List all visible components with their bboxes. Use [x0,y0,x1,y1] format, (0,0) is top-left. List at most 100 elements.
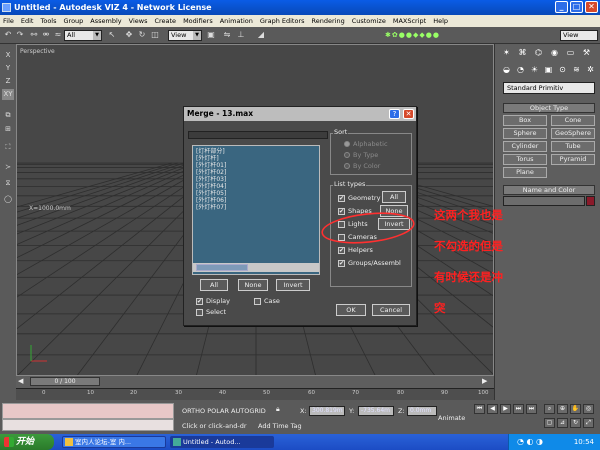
time-slider[interactable]: 0 / 100 [30,377,100,386]
menu-help[interactable]: Help [433,15,448,27]
menu-views[interactable]: Views [129,15,148,27]
select-all-button[interactable]: All [200,279,228,291]
box-button[interactable]: Box [503,115,547,126]
tray-icons[interactable]: ◔ ◐ ◑ [517,437,543,446]
helpers-icon[interactable]: ⊙ [557,64,568,75]
minimize-button[interactable]: _ [555,1,568,13]
time-next-icon[interactable]: ▶ [482,377,492,386]
goto-end-icon[interactable]: ⏭ [526,404,537,414]
object-name-input[interactable] [503,196,585,206]
orbit-icon[interactable]: ◎ [583,404,594,414]
sphere-button[interactable]: Sphere [503,128,547,139]
cameras-icon[interactable]: ▣ [543,64,554,75]
snap-angle-icon[interactable]: ⊞ [2,124,14,135]
object-list[interactable]: [灯杆部分] [外灯杆] [外灯杆01] [外灯杆02] [外灯杆03] [外灯… [192,145,320,275]
track-bar[interactable]: 0 10 20 30 40 50 60 70 80 90 100 [16,388,494,400]
menu-modifiers[interactable]: Modifiers [183,15,213,27]
prev-frame-icon[interactable]: ◀ [487,404,498,414]
snap-modes-label[interactable]: ORTHO POLAR AUTOGRID [182,407,266,415]
geometry-icon[interactable]: ◒ [501,64,512,75]
menu-assembly[interactable]: Assembly [90,15,121,27]
zoom-region-icon[interactable]: ▢ [544,418,555,428]
select-object-icon[interactable]: ↖ [107,30,117,40]
undo-icon[interactable]: ↶ [3,30,13,40]
spacewarps-icon[interactable]: ≋ [571,64,582,75]
snap-icon[interactable]: ⧉ [2,110,14,121]
taskbar-item-forum[interactable]: 室内人论坛-室 内... [62,436,166,448]
geosphere-button[interactable]: GeoSphere [551,128,595,139]
list-item[interactable]: [外灯杆03] [196,176,226,183]
mirror-icon[interactable]: ⇋ [222,30,232,40]
dialog-titlebar[interactable]: Merge - 13.max [184,107,416,121]
render-icons[interactable]: ✱✿●●◆◆●● [385,30,465,41]
taskbar-item-viz[interactable]: Untitled - Autod... [170,436,274,448]
close-button[interactable]: ✕ [585,1,598,13]
next-frame-icon[interactable]: ⏭ [513,404,524,414]
list-item[interactable]: [外灯杆06] [196,197,226,204]
list-item[interactable]: [外灯杆04] [196,183,226,190]
clock[interactable]: 10:54 [574,438,594,446]
spinner-snap-icon[interactable]: ⧖ [2,178,14,189]
plane-button[interactable]: Plane [503,167,547,178]
lights-icon[interactable]: ☀ [529,64,540,75]
time-prev-icon[interactable]: ◀ [18,377,28,386]
display-tab-icon[interactable]: ▭ [565,47,576,58]
menu-tools[interactable]: Tools [40,15,56,27]
hierarchy-tab-icon[interactable]: ⌬ [533,47,544,58]
scrollbar-thumb[interactable] [196,264,248,271]
select-checkbox[interactable] [196,309,203,316]
cancel-button[interactable]: Cancel [372,304,410,316]
select-none-button[interactable]: None [238,279,268,291]
z-coord-field[interactable]: 0.0mm [407,406,437,416]
maxscript-listener-mini-output[interactable] [2,419,174,431]
helpers-checkbox[interactable]: ✔ [338,247,345,254]
object-color-swatch[interactable] [586,196,595,206]
arc-rotate-icon[interactable]: ↻ [570,418,581,428]
zoom-icon[interactable]: ⌕ [544,404,555,414]
systems-icon[interactable]: ✲ [585,64,596,75]
animate-button[interactable]: Animate [438,414,465,422]
align-icon[interactable]: ⊥ [236,30,246,40]
category-dropdown[interactable]: Standard Primitiv [503,82,595,94]
view-dropdown-right[interactable]: View [560,30,598,41]
list-item[interactable]: [外灯杆07] [196,204,226,211]
scale-icon[interactable]: ◫ [150,30,160,40]
shapes-icon[interactable]: ◔ [515,64,526,75]
maximize-viewport-icon[interactable]: ⤢ [583,418,594,428]
geometry-checkbox[interactable]: ✔ [338,195,345,202]
sort-by-color-radio[interactable] [344,163,350,169]
fov-icon[interactable]: ⊿ [557,418,568,428]
case-checkbox[interactable] [254,298,261,305]
dialog-close-button[interactable]: ✕ [403,109,414,119]
torus-button[interactable]: Torus [503,154,547,165]
move-icon[interactable]: ✥ [124,30,134,40]
name-color-rollout-header[interactable]: Name and Color [503,185,595,195]
create-tab-icon[interactable]: ✶ [501,47,512,58]
pyramid-button[interactable]: Pyramid [551,154,595,165]
maxscript-listener-mini[interactable] [2,403,174,419]
utilities-tab-icon[interactable]: ⚒ [581,47,592,58]
cylinder-button[interactable]: Cylinder [503,141,547,152]
list-item[interactable]: [外灯杆01] [196,162,226,169]
help-button[interactable]: ? [389,109,400,119]
x-coord-field[interactable]: 300.819m [309,406,345,416]
pan-icon[interactable]: ✋ [570,404,581,414]
maximize-button[interactable]: □ [570,1,583,13]
y-coord-field[interactable]: -735.64m [358,406,394,416]
sort-by-type-radio[interactable] [344,152,350,158]
list-item[interactable]: [外灯杆] [196,155,219,162]
rotate-icon[interactable]: ↻ [137,30,147,40]
menu-create[interactable]: Create [154,15,176,27]
menu-edit[interactable]: Edit [21,15,34,27]
selection-filter-dropdown[interactable]: All ▼ [64,30,102,41]
tube-button[interactable]: Tube [551,141,595,152]
merge-name-field[interactable] [188,131,328,139]
play-icon[interactable]: ▶ [500,404,511,414]
list-item[interactable]: [外灯杆05] [196,190,226,197]
axis-z-button[interactable]: Z [2,76,14,87]
window-titlebar[interactable]: Untitled - Autodesk VIZ 4 - Network Lice… [0,0,600,15]
bind-icon[interactable]: ≈ [53,30,63,40]
axis-x-button[interactable]: X [2,50,14,61]
menu-maxscript[interactable]: MAXScript [393,15,426,27]
redo-icon[interactable]: ↷ [15,30,25,40]
